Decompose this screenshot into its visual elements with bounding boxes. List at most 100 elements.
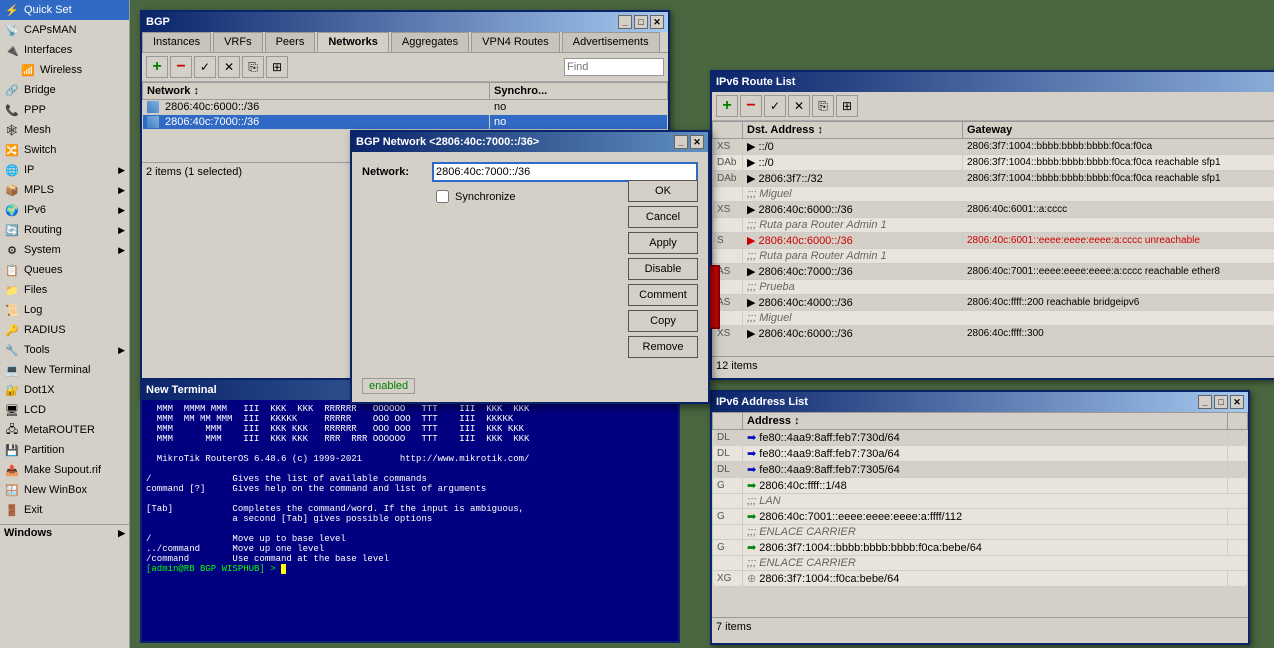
tab-networks[interactable]: Networks (317, 32, 389, 52)
sync-cell: no (490, 100, 668, 115)
col-address[interactable]: Address ↕ (743, 413, 1228, 430)
sidebar-item-ppp[interactable]: 📞 PPP (0, 100, 129, 120)
table-row[interactable]: DAb ▶ 2806:3f7::/32 2806:3f7:1004::bbbb:… (713, 171, 1274, 187)
table-row[interactable]: XS ▶ 2806:40c:6000::/36 2806:40c:ffff::3… (713, 326, 1274, 342)
table-row[interactable]: XS ▶ 2806:40c:6000::/36 2806:40c:6001::a… (713, 202, 1274, 218)
sidebar-item-exit[interactable]: 🚪 Exit (0, 500, 129, 520)
gw-cell: 2806:40c:ffff::300 (963, 326, 1274, 342)
addr-icon: ➡ (747, 448, 756, 460)
ipv6-addr-maximize-button[interactable]: □ (1214, 395, 1228, 409)
bridge-icon: 🔗 (4, 82, 20, 98)
table-row[interactable]: G ➡ 2806:40c:7001::eeee:eeee:eeee:a:ffff… (713, 509, 1248, 525)
sidebar-item-log[interactable]: 📜 Log (0, 300, 129, 320)
network-input[interactable] (432, 162, 698, 182)
sidebar-item-mesh[interactable]: 🕸 Mesh (0, 120, 129, 140)
sidebar-item-system[interactable]: ⚙ System ▶ (0, 240, 129, 260)
supout-icon: 📤 (4, 462, 20, 478)
sidebar-item-partition[interactable]: 💾 Partition (0, 440, 129, 460)
terminal-line (146, 524, 674, 534)
find-input[interactable] (564, 58, 664, 76)
bgp-close-button[interactable]: ✕ (650, 15, 664, 29)
bgp-minimize-button[interactable]: _ (618, 15, 632, 29)
sidebar-item-routing[interactable]: 🔄 Routing ▶ (0, 220, 129, 240)
ipv6-remove-button[interactable]: − (740, 95, 762, 117)
sidebar-item-capsman[interactable]: 📡 CAPsMAN (0, 20, 129, 40)
ipv6-filter-button[interactable]: ⊞ (836, 95, 858, 117)
ipv6-check-button[interactable]: ✓ (764, 95, 786, 117)
copy-dialog-button[interactable]: Copy (628, 310, 698, 332)
bgp-titlebar[interactable]: BGP _ □ ✕ (142, 12, 668, 32)
terminal-body[interactable]: MMM MMMM MMM III KKK KKK RRRRRR OOOOOO T… (142, 400, 678, 641)
ipv6-addr-close-button[interactable]: ✕ (1230, 395, 1244, 409)
add-button[interactable]: + (146, 56, 168, 78)
table-row[interactable]: XG ⊕ 2806:3f7:1004::f0ca:bebe/64 (713, 571, 1248, 587)
sidebar-item-queues[interactable]: 📋 Queues (0, 260, 129, 280)
sidebar-item-ip[interactable]: 🌐 IP ▶ (0, 160, 129, 180)
table-row[interactable]: XS ▶ ::/0 2806:3f7:1004::bbbb:bbbb:bbbb:… (713, 139, 1274, 155)
cursor (281, 564, 286, 574)
sidebar-item-bridge[interactable]: 🔗 Bridge (0, 80, 129, 100)
table-row[interactable]: G ➡ 2806:3f7:1004::bbbb:bbbb:bbbb:f0ca:b… (713, 540, 1248, 556)
copy-button[interactable]: ⎘ (242, 56, 264, 78)
remove-button[interactable]: − (170, 56, 192, 78)
col-synchro[interactable]: Synchro... (490, 83, 668, 100)
terminal-line: MMM MMM III KKK KKK RRRRRR OOO OOO TTT I… (146, 424, 674, 434)
sidebar-item-ipv6[interactable]: 🌍 IPv6 ▶ (0, 200, 129, 220)
cancel-button[interactable]: Cancel (628, 206, 698, 228)
ipv6-x-button[interactable]: ✕ (788, 95, 810, 117)
table-row[interactable]: 2806:40c:7000::/36 no (143, 115, 668, 130)
comment-button[interactable]: Comment (628, 284, 698, 306)
table-row[interactable]: AS ▶ 2806:40c:7000::/36 2806:40c:7001::e… (713, 264, 1274, 280)
tab-vpn4routes[interactable]: VPN4 Routes (471, 32, 560, 52)
sidebar-item-new-winbox[interactable]: 🪟 New WinBox (0, 480, 129, 500)
disable-button[interactable]: Disable (628, 258, 698, 280)
sidebar-item-mpls[interactable]: 📦 MPLS ▶ (0, 180, 129, 200)
sidebar-item-switch[interactable]: 🔀 Switch (0, 140, 129, 160)
sidebar-item-new-terminal[interactable]: 💻 New Terminal (0, 360, 129, 380)
table-row[interactable]: DAb ▶ ::/0 2806:3f7:1004::bbbb:bbbb:bbbb… (713, 155, 1274, 171)
col-network[interactable]: Network ↕ (143, 83, 490, 100)
dialog-close-button[interactable]: ✕ (690, 135, 704, 149)
remove-button[interactable]: Remove (628, 336, 698, 358)
tab-instances[interactable]: Instances (142, 32, 211, 52)
apply-button[interactable]: Apply (628, 232, 698, 254)
ipv6-add-button[interactable]: + (716, 95, 738, 117)
table-row[interactable]: S ▶ 2806:40c:6000::/36 2806:40c:6001::ee… (713, 233, 1274, 249)
sidebar-item-wireless[interactable]: 📶 Wireless (0, 60, 129, 80)
ipv6-addr-titlebar[interactable]: IPv6 Address List _ □ ✕ (712, 392, 1248, 412)
sidebar-item-interfaces[interactable]: 🔌 Interfaces (0, 40, 129, 60)
dialog-minimize-button[interactable]: _ (674, 135, 688, 149)
check-button[interactable]: ✓ (194, 56, 216, 78)
tab-vrfs[interactable]: VRFs (213, 32, 263, 52)
sidebar-item-dot1x[interactable]: 🔐 Dot1X (0, 380, 129, 400)
table-row[interactable]: G ➡ 2806:40c:ffff::1/48 (713, 478, 1248, 494)
table-row[interactable]: AS ▶ 2806:40c:4000::/36 2806:40c:ffff::2… (713, 295, 1274, 311)
sidebar-item-make-supout[interactable]: 📤 Make Supout.rif (0, 460, 129, 480)
ipv6-route-titlebar[interactable]: IPv6 Route List _ □ ✕ (712, 72, 1274, 92)
col-dst[interactable]: Dst. Address ↕ (743, 122, 963, 139)
table-row[interactable]: DL ➡ fe80::4aa9:8aff:feb7:730d/64 (713, 430, 1248, 446)
table-row[interactable]: DL ➡ fe80::4aa9:8aff:feb7:7305/64 (713, 462, 1248, 478)
table-row[interactable]: 2806:40c:6000::/36 no (143, 100, 668, 115)
tab-advertisements[interactable]: Advertisements (562, 32, 660, 52)
bgp-maximize-button[interactable]: □ (634, 15, 648, 29)
ipv6-addr-minimize-button[interactable]: _ (1198, 395, 1212, 409)
synchronize-checkbox[interactable] (436, 190, 449, 203)
bgp-network-dialog-titlebar[interactable]: BGP Network <2806:40c:7000::/36> _ ✕ (352, 132, 708, 152)
table-row[interactable]: DL ➡ fe80::4aa9:8aff:feb7:730a/64 (713, 446, 1248, 462)
ipv6-route-table-wrapper: Dst. Address ↕ Gateway Distance XS ▶ ::/… (712, 121, 1274, 356)
sidebar-item-quickset[interactable]: ⚡ Quick Set (0, 0, 129, 20)
sidebar-item-lcd[interactable]: 🖥 LCD (0, 400, 129, 420)
sidebar-item-metarouter[interactable]: 🖧 MetaROUTER (0, 420, 129, 440)
sidebar-item-tools[interactable]: 🔧 Tools ▶ (0, 340, 129, 360)
col-gateway[interactable]: Gateway (963, 122, 1274, 139)
filter-button[interactable]: ⊞ (266, 56, 288, 78)
sidebar-item-files[interactable]: 📁 Files (0, 280, 129, 300)
tab-aggregates[interactable]: Aggregates (391, 32, 469, 52)
x-button[interactable]: ✕ (218, 56, 240, 78)
ipv6-route-status: 12 items (716, 360, 758, 372)
tab-peers[interactable]: Peers (265, 32, 316, 52)
sidebar-item-radius[interactable]: 🔑 RADIUS (0, 320, 129, 340)
ipv6-copy-button[interactable]: ⎘ (812, 95, 834, 117)
ok-button[interactable]: OK (628, 180, 698, 202)
